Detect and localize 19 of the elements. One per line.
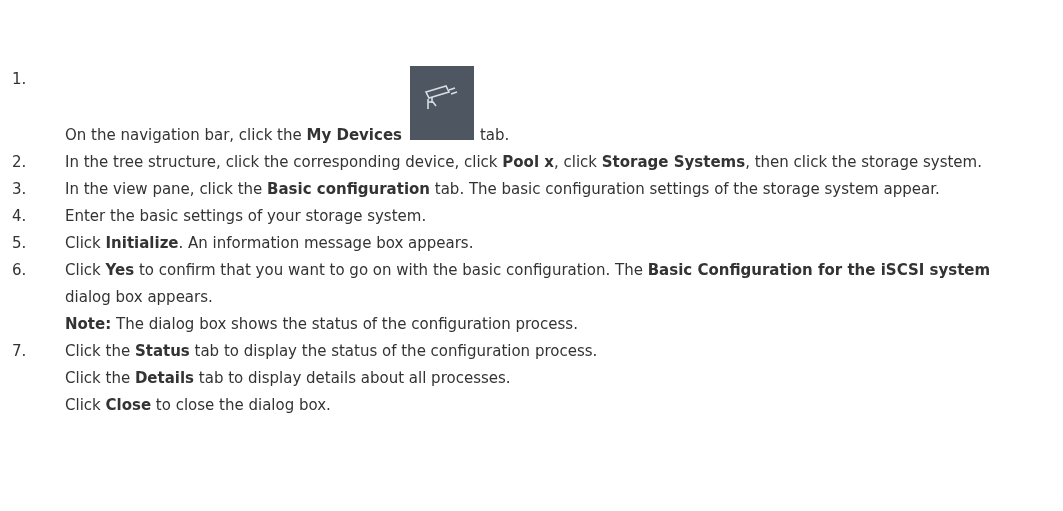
- step-text: Click the Status tab to display the status of the configuration process.: [65, 341, 599, 362]
- step-text: In the tree structure, click the corresponding device, click Pool x, click Storage Systems, then click the storage system.: [65, 152, 983, 173]
- camera-icon: [410, 66, 474, 140]
- step-text: Click Yes to confirm that you want to go on with the basic configuration. The Basic Configuration for the iSCSI system dialog box appears.: [65, 260, 992, 308]
- step-text: Note: The dialog box shows the status of the configuration process.: [65, 314, 579, 335]
- step-number: 7.: [12, 341, 28, 362]
- step-text: In the view pane, click the Basic configuration tab. The basic configuration settings of the storage system appear.: [65, 179, 941, 200]
- step-text: Click Close to close the dialog box.: [65, 395, 332, 416]
- step-text: Click the Details tab to display details about all processes.: [65, 368, 512, 389]
- step-number: 1.: [12, 69, 28, 90]
- step-number: 4.: [12, 206, 28, 227]
- step-number: 2.: [12, 152, 28, 173]
- step-number: 5.: [12, 233, 28, 254]
- step-text: On the navigation bar, click the My Devices: [65, 126, 402, 144]
- step-text: Click Initialize. An information message box appears.: [65, 233, 475, 254]
- step-text: Enter the basic settings of your storage system.: [65, 206, 428, 227]
- step-number: 3.: [12, 179, 28, 200]
- step-number: 6.: [12, 260, 28, 281]
- step-text: tab.: [480, 126, 510, 144]
